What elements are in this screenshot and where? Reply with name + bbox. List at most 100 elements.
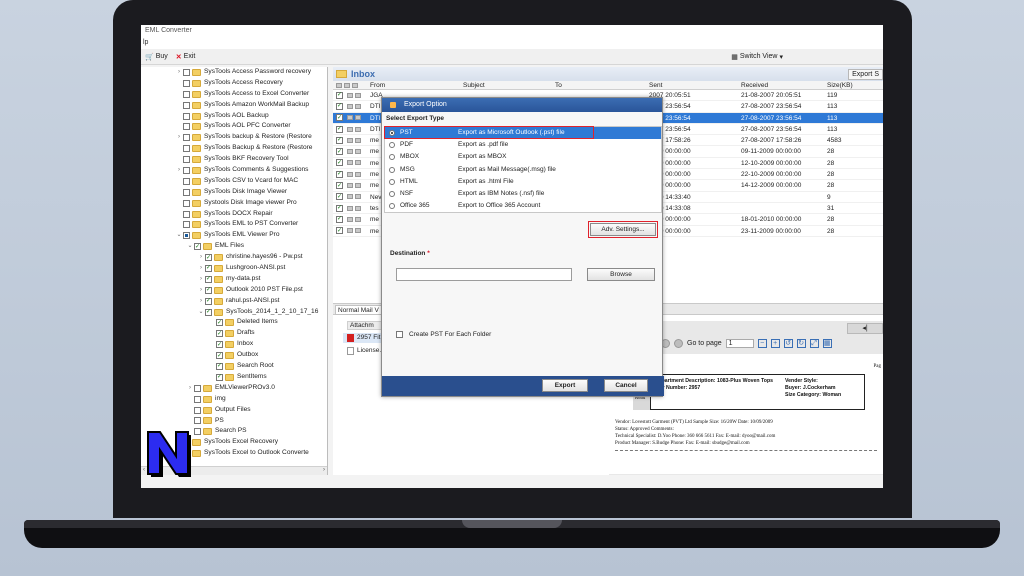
row-checkbox[interactable]: ✓ [336,159,343,167]
tree-checkbox[interactable] [183,166,190,174]
tree-checkbox[interactable]: ✓ [205,297,212,305]
tree-checkbox[interactable] [194,428,201,436]
chevron-down-icon[interactable]: ⌄ [186,241,194,252]
export-option-html[interactable]: HTML Export as .html File [385,176,661,188]
radio-button[interactable] [389,191,395,198]
tree-checkbox[interactable] [183,221,190,229]
tree-item[interactable]: ✓ Outbox [141,350,327,361]
chevron-right-icon[interactable]: › [197,263,205,274]
tree-item[interactable]: › ✓ rahul.pst-ANSI.pst [141,296,327,307]
tree-checkbox[interactable]: ✓ [216,352,223,360]
zoom-out-icon[interactable]: − [757,339,767,348]
fit-page-icon[interactable]: ⤢ [809,339,819,348]
browse-button[interactable]: Browse [587,268,655,281]
tree-item[interactable]: PS [141,416,327,427]
tree-checkbox[interactable]: ✓ [216,330,223,338]
buy-button[interactable]: 🛒 Buy [145,53,168,61]
row-checkbox[interactable]: ✓ [336,148,343,156]
tree-item[interactable]: ✓ Drafts [141,328,327,339]
tree-item[interactable]: SysTools Access to Excel Converter [141,89,327,100]
row-checkbox[interactable]: ✓ [336,102,343,110]
tree-checkbox[interactable] [183,232,190,240]
tree-checkbox[interactable]: ✓ [205,254,212,262]
export-option-msg[interactable]: MSG Export as Mail Message(.msg) file [385,164,661,176]
tree-checkbox[interactable]: ✓ [205,264,212,272]
radio-button[interactable] [389,203,395,210]
row-checkbox[interactable]: ✓ [336,136,343,144]
export-option-nsf[interactable]: NSF Export as IBM Notes (.nsf) file [385,188,661,200]
exit-button[interactable]: ✕ Exit [176,53,196,61]
row-checkbox[interactable]: ✓ [336,204,343,212]
tree-checkbox[interactable]: ✓ [216,373,223,381]
rotate-left-icon[interactable]: ↺ [783,339,793,348]
chevron-right-icon[interactable]: › [175,67,183,78]
tree-checkbox[interactable] [183,68,190,76]
row-checkbox[interactable]: ✓ [336,91,343,99]
tree-item[interactable]: Output Files [141,405,327,416]
tree-item[interactable]: SysTools AOL Backup [141,111,327,122]
tree-checkbox[interactable]: ✓ [216,362,223,370]
tree-checkbox[interactable] [194,395,201,403]
grid-view-icon[interactable]: ▦ [822,339,832,348]
row-checkbox[interactable]: ✓ [336,125,343,133]
scroll-right-icon[interactable]: › [323,467,325,473]
switch-view-button[interactable]: ▦ Switch View ▾ [731,53,783,61]
tree-item[interactable]: › ✓ christine.hayes96 - Pw.pst [141,252,327,263]
tree-item[interactable]: › ✓ Lushgroon-ANSI.pst [141,263,327,274]
export-option-pdf[interactable]: PDF Export as .pdf file [385,139,661,151]
export-option-mbox[interactable]: MBOX Export as MBOX [385,151,661,163]
export-selected-button[interactable]: Export S [848,68,883,80]
tree-checkbox[interactable]: ✓ [205,286,212,294]
tree-item[interactable]: img [141,394,327,405]
radio-button[interactable] [389,154,395,161]
tree-checkbox[interactable] [183,177,190,185]
chevron-right-icon[interactable]: › [186,383,194,394]
col-to[interactable]: To [555,81,646,89]
col-from[interactable]: From [370,81,463,89]
tree-item[interactable]: › SysTools backup & Restore (Restore [141,132,327,143]
radio-button[interactable] [389,142,395,149]
tree-checkbox[interactable] [183,188,190,196]
tree-checkbox[interactable] [183,145,190,153]
tree-checkbox[interactable] [183,79,190,87]
tree-item[interactable]: › ✓ Outlook 2010 PST File.pst [141,285,327,296]
col-size[interactable]: Size(KB) [824,81,883,89]
chevron-down-icon[interactable]: ⌄ [175,230,183,241]
chevron-right-icon[interactable]: › [197,296,205,307]
row-checkbox[interactable]: ✓ [336,170,343,178]
create-pst-checkbox-row[interactable]: Create PST For Each Folder [396,331,491,338]
tree-checkbox[interactable]: ✓ [216,319,223,327]
chevron-down-icon[interactable]: ⌄ [197,307,205,318]
tree-checkbox[interactable] [194,384,201,392]
tree-item[interactable]: Systools Disk Image viewer Pro [141,198,327,209]
page-number-input[interactable]: 1 [725,339,754,348]
row-checkbox[interactable]: ✓ [336,227,343,235]
col-sent[interactable]: Sent [646,81,738,89]
tree-checkbox[interactable] [183,134,190,142]
tree-item[interactable]: › SysTools Access Password recovery [141,67,327,78]
tab-normal-mail-view[interactable]: Normal Mail V [335,305,383,315]
tree-checkbox[interactable]: ✓ [216,341,223,349]
tree-item[interactable]: SysTools CSV to Vcard for MAC [141,176,327,187]
next-page-icon[interactable] [674,339,683,348]
create-pst-checkbox[interactable] [396,331,403,338]
row-checkbox[interactable]: ✓ [336,215,343,223]
tree-checkbox[interactable] [194,417,201,425]
col-received[interactable]: Received [738,81,824,89]
chevron-right-icon[interactable]: › [197,252,205,263]
tree-item[interactable]: ⌄ ✓ EML Files [141,241,327,252]
tree-checkbox[interactable] [183,90,190,98]
tree-checkbox[interactable] [183,199,190,207]
tree-item[interactable]: SysTools Amazon WorkMail Backup [141,100,327,111]
tree-checkbox[interactable] [194,406,201,414]
menu-help[interactable]: lp [143,39,148,46]
chevron-right-icon[interactable]: › [197,285,205,296]
folder-tree[interactable]: › SysTools Access Password recovery SysToo… [141,67,328,475]
row-checkbox[interactable]: ✓ [336,182,343,190]
tree-item[interactable]: ✓ SentItems [141,372,327,383]
chevron-right-icon[interactable]: › [197,274,205,285]
chevron-right-icon[interactable]: › [175,165,183,176]
tree-item[interactable]: › SysTools Comments & Suggestions [141,165,327,176]
rotate-right-icon[interactable]: ↻ [796,339,806,348]
tree-item[interactable]: SysTools AOL PFC Converter [141,121,327,132]
